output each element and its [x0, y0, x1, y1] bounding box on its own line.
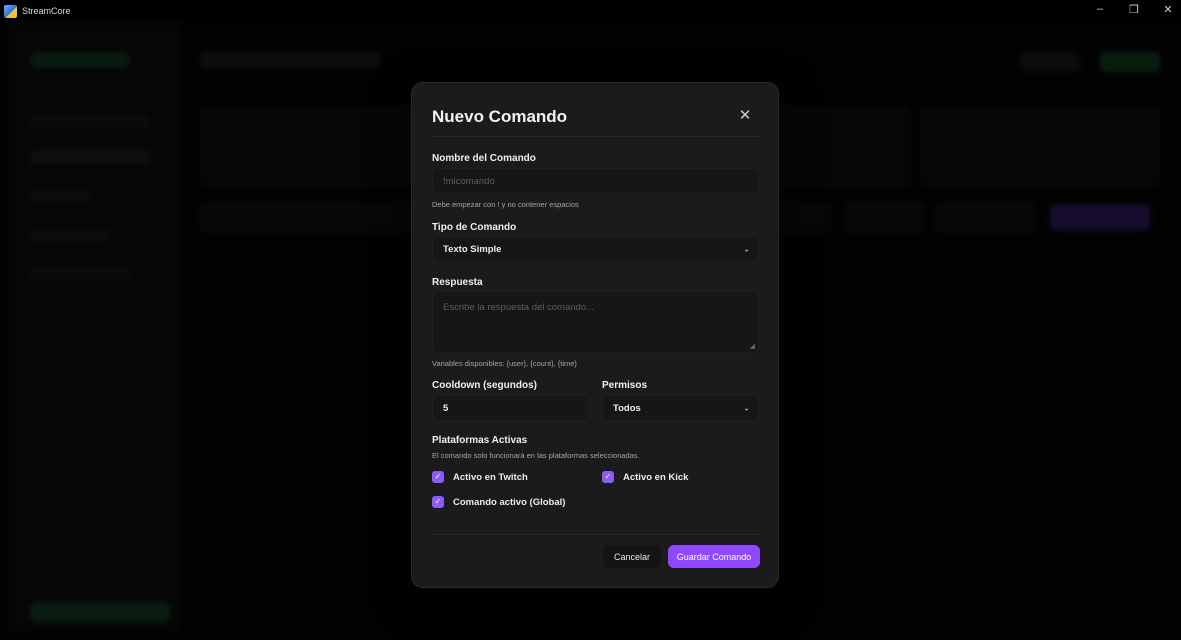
platforms-label: Plataformas Activas	[432, 435, 528, 446]
permissions-label: Permisos	[602, 380, 648, 391]
twitch-checkbox[interactable]: ✓	[432, 471, 444, 483]
minimize-icon[interactable]: –	[1093, 3, 1107, 16]
command-name-input[interactable]: !micomando	[432, 168, 759, 194]
cancel-button[interactable]: Cancelar	[603, 545, 661, 568]
modal-title: Nuevo Comando	[432, 107, 568, 126]
response-placeholder: Escribe la respuesta del comando...	[443, 302, 595, 313]
close-icon[interactable]: ✕	[738, 108, 752, 123]
permissions-value: Todos	[613, 402, 641, 414]
platforms-hint: El comando solo funcionará en las plataf…	[432, 451, 640, 460]
response-label: Respuesta	[432, 277, 483, 288]
chevron-down-icon: ⌄	[743, 403, 750, 413]
save-command-button[interactable]: Guardar Comando	[668, 545, 760, 568]
kick-checkbox-label[interactable]: Activo en Kick	[623, 472, 688, 483]
window-close-icon[interactable]: ✕	[1161, 3, 1175, 16]
header-divider	[432, 136, 758, 137]
window-title: StreamCore	[22, 6, 71, 16]
twitch-checkbox-label[interactable]: Activo en Twitch	[453, 472, 528, 483]
command-type-value: Texto Simple	[443, 243, 502, 255]
response-textarea[interactable]: Escribe la respuesta del comando... ◢	[432, 291, 759, 353]
cooldown-label: Cooldown (segundos)	[432, 380, 537, 391]
global-checkbox[interactable]: ✓	[432, 496, 444, 508]
permissions-select[interactable]: Todos ⌄	[602, 395, 759, 421]
new-command-modal: Nuevo Comando ✕ Nombre del Comando !mico…	[411, 82, 779, 588]
cooldown-input[interactable]: 5	[432, 395, 589, 421]
window-titlebar: StreamCore – ❐ ✕	[0, 0, 1181, 22]
global-checkbox-label[interactable]: Comando activo (Global)	[453, 497, 565, 508]
command-type-select[interactable]: Texto Simple ⌄	[432, 236, 759, 262]
global-checkbox-row[interactable]: ✓ Comando activo (Global)	[432, 496, 565, 508]
twitch-checkbox-row[interactable]: ✓ Activo en Twitch	[432, 471, 528, 483]
command-name-placeholder: !micomando	[443, 175, 495, 187]
footer-divider	[432, 534, 758, 535]
kick-checkbox[interactable]: ✓	[602, 471, 614, 483]
resize-grip-icon[interactable]: ◢	[750, 342, 755, 350]
window-controls: – ❐ ✕	[1093, 3, 1175, 16]
command-name-label: Nombre del Comando	[432, 153, 536, 164]
kick-checkbox-row[interactable]: ✓ Activo en Kick	[602, 471, 688, 483]
maximize-icon[interactable]: ❐	[1127, 3, 1141, 16]
chevron-down-icon: ⌄	[743, 244, 750, 254]
response-hint: Variables disponibles: {user}, {count}, …	[432, 359, 577, 368]
cooldown-value: 5	[443, 402, 449, 414]
app-icon	[4, 4, 17, 18]
command-type-label: Tipo de Comando	[432, 222, 517, 233]
command-name-hint: Debe empezar con ! y no contener espacio…	[432, 200, 579, 209]
